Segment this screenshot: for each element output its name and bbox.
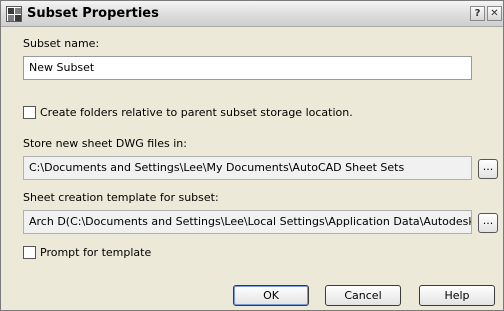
prompt-template-label: Prompt for template: [40, 246, 152, 259]
browse-dwg-location-button[interactable]: ...: [478, 159, 498, 179]
subset-name-label: Subset name:: [23, 37, 100, 50]
close-icon[interactable]: ✕: [487, 6, 502, 21]
template-label: Sheet creation template for subset:: [23, 191, 219, 204]
dialog-title: Subset Properties: [27, 6, 159, 21]
create-folders-label: Create folders relative to parent subset…: [40, 106, 353, 119]
help-icon[interactable]: ?: [470, 6, 485, 21]
prompt-template-checkbox[interactable]: [23, 246, 36, 259]
template-path-field[interactable]: Arch D(C:\Documents and Settings\Lee\Loc…: [23, 210, 472, 234]
sheet-set-icon: [6, 6, 22, 22]
subset-name-input[interactable]: [29, 61, 466, 74]
ok-button[interactable]: OK: [233, 285, 309, 306]
subset-name-field[interactable]: [23, 56, 472, 80]
browse-template-button[interactable]: ...: [478, 213, 498, 233]
title-bar[interactable]: Subset Properties ? ✕: [1, 1, 503, 27]
store-dwg-label: Store new sheet DWG files in:: [23, 137, 187, 150]
create-folders-checkbox[interactable]: [23, 106, 36, 119]
cancel-button[interactable]: Cancel: [325, 285, 401, 306]
help-button[interactable]: Help: [419, 285, 495, 306]
store-dwg-path-field[interactable]: C:\Documents and Settings\Lee\My Documen…: [23, 156, 472, 180]
subset-properties-dialog: Subset Properties ? ✕ Subset name: Creat…: [0, 0, 504, 311]
